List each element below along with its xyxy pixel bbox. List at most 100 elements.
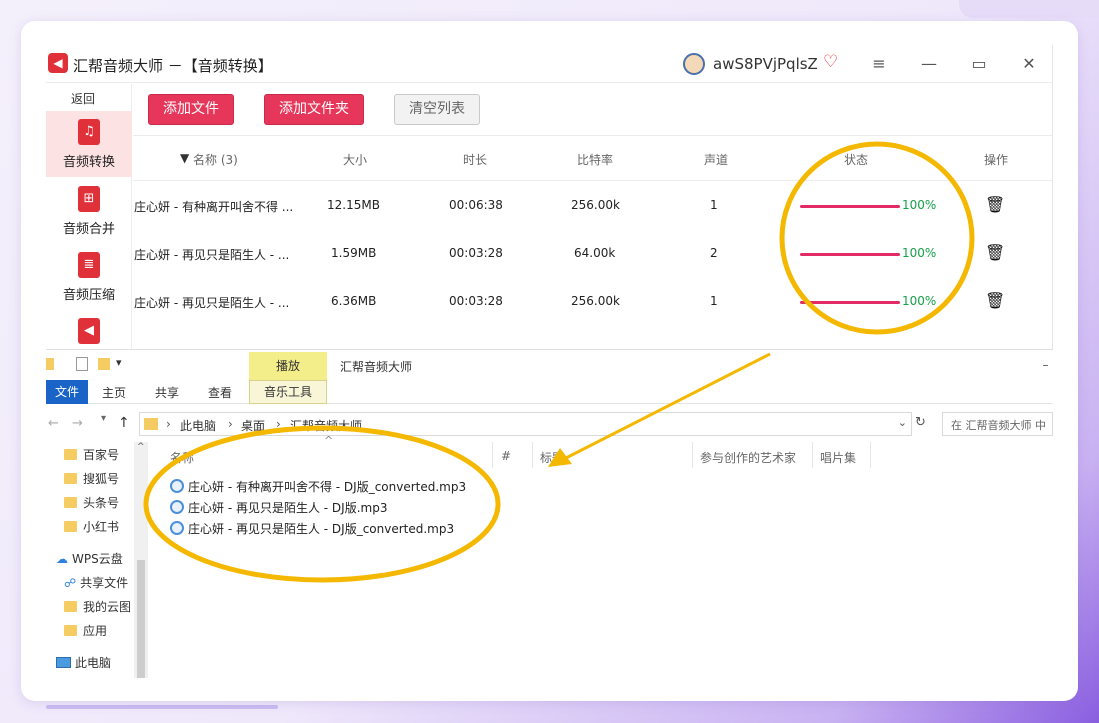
background-bar	[46, 705, 278, 709]
search-input[interactable]: 在 汇帮音频大师 中	[942, 412, 1053, 436]
chevron-down-icon[interactable]: ⌄	[898, 416, 907, 429]
sidebar-item-audio-convert[interactable]: ♫ 音频转换	[46, 111, 132, 177]
nav-item-this-pc[interactable]: 此电脑	[56, 654, 111, 671]
file-size: 1.59MB	[331, 246, 377, 260]
clear-list-button[interactable]: 清空列表	[394, 94, 480, 125]
nav-item-my-cloud-images[interactable]: 我的云图	[64, 598, 131, 615]
tab-share[interactable]: 共享	[155, 384, 179, 401]
sort-arrow-icon[interactable]: ▼	[180, 151, 189, 165]
tab-play[interactable]: 播放	[249, 352, 327, 380]
column-separator[interactable]	[692, 442, 693, 468]
explorer-title: 汇帮音频大师	[340, 360, 413, 374]
close-icon[interactable]: ✕	[1014, 51, 1044, 77]
table-row[interactable]: 庄心妍 - 有种离开叫舍不得 ... 12.15MB 00:06:38 256.…	[133, 182, 1053, 230]
col-number[interactable]: #	[501, 449, 511, 463]
col-duration[interactable]: 时长	[463, 151, 487, 168]
nav-item-shared-files[interactable]: ☍ 共享文件	[64, 574, 128, 591]
address-bar[interactable]: › 此电脑 › 桌面 › 汇帮音频大师 ⌄	[139, 412, 912, 436]
audio-more-icon: ◀	[78, 318, 100, 344]
col-channels[interactable]: 声道	[704, 151, 728, 168]
folder-icon	[64, 473, 77, 484]
breadcrumb-folder[interactable]: 汇帮音频大师	[290, 417, 362, 434]
nav-item-toutiao[interactable]: 头条号	[64, 494, 119, 511]
list-item[interactable]: 庄心妍 - 再见只是陌生人 - DJ版_converted.mp3	[170, 520, 454, 537]
properties-icon[interactable]	[76, 357, 88, 371]
nav-item-apps[interactable]: 应用	[64, 622, 107, 639]
column-separator[interactable]	[492, 442, 493, 468]
list-item[interactable]: 庄心妍 - 有种离开叫舍不得 - DJ版_converted.mp3	[170, 478, 466, 495]
vip-diamond-icon[interactable]: ♡	[823, 52, 838, 72]
breadcrumb-this-pc[interactable]: 此电脑	[180, 417, 216, 434]
app-title: 汇帮音频大师 －【音频转换】	[73, 55, 273, 76]
progress-bar	[800, 253, 900, 256]
back-link[interactable]: 返回	[46, 90, 120, 107]
menu-icon[interactable]: ≡	[864, 51, 894, 77]
folder-icon	[144, 418, 158, 430]
column-separator[interactable]	[812, 442, 813, 468]
delete-icon[interactable]: 🗑	[985, 291, 1005, 310]
chevron-down-icon[interactable]: ▾	[116, 356, 122, 369]
sidebar-item-label: 音频合并	[62, 222, 115, 237]
back-arrow-icon[interactable]: ←	[48, 416, 59, 431]
speaker-icon: ◀	[48, 53, 68, 73]
col-size[interactable]: 大小	[343, 151, 367, 168]
sidebar-item-audio-merge[interactable]: ⊞ 音频合并	[46, 178, 132, 244]
sidebar-item-more[interactable]: ◀	[46, 310, 132, 350]
nav-item-label: 搜狐号	[83, 472, 120, 486]
folder-icon	[46, 358, 54, 370]
scroll-up-icon[interactable]: ^	[137, 442, 145, 452]
nav-item-xiaohongshu[interactable]: 小红书	[64, 518, 119, 535]
breadcrumb-desktop[interactable]: 桌面	[241, 417, 265, 434]
add-file-button[interactable]: 添加文件	[148, 94, 234, 125]
audio-merge-icon: ⊞	[78, 186, 100, 212]
delete-icon[interactable]: 🗑	[985, 195, 1005, 214]
audio-file-icon	[170, 500, 184, 514]
maximize-icon[interactable]: ▭	[964, 51, 994, 77]
app-window: ◀ 汇帮音频大师 －【音频转换】 awS8PVjPqlsZ ♡ ≡ — ▭ ✕ …	[46, 45, 1053, 349]
folder-icon	[64, 521, 77, 532]
col-contributing-artists[interactable]: 参与创作的艺术家	[700, 449, 796, 466]
sort-ascending-icon: ^	[324, 434, 334, 447]
nav-scrollbar[interactable]: ^	[134, 442, 148, 678]
col-bitrate[interactable]: 比特率	[577, 151, 613, 168]
col-album[interactable]: 唱片集	[820, 449, 856, 466]
file-name: 庄心妍 - 有种离开叫舍不得 ...	[134, 200, 294, 214]
tab-music-tools[interactable]: 音乐工具	[249, 380, 327, 404]
up-arrow-icon[interactable]: ↑	[118, 415, 130, 431]
sidebar-item-label: 音频转换	[62, 155, 115, 170]
table-header: ▼ 名称 (3) 大小 时长 比特率 声道 状态 操作	[133, 135, 1053, 181]
nav-item-wps-cloud[interactable]: ☁ WPS云盘	[56, 550, 123, 567]
folder-icon	[64, 625, 77, 636]
list-item[interactable]: 庄心妍 - 再见只是陌生人 - DJ版.mp3	[170, 499, 387, 516]
new-folder-icon[interactable]	[98, 358, 110, 370]
minimize-icon[interactable]: –	[1038, 350, 1053, 380]
folder-icon	[64, 449, 77, 460]
tab-home[interactable]: 主页	[102, 384, 126, 401]
nav-item-sohu[interactable]: 搜狐号	[64, 470, 119, 487]
tab-view[interactable]: 查看	[208, 384, 232, 401]
refresh-icon[interactable]: ↻	[915, 415, 926, 430]
table-row[interactable]: 庄心妍 - 再见只是陌生人 - ... 6.36MB 00:03:28 256.…	[133, 278, 1053, 326]
forward-arrow-icon[interactable]: →	[72, 416, 83, 431]
table-row[interactable]: 庄心妍 - 再见只是陌生人 - ... 1.59MB 00:03:28 64.0…	[133, 230, 1053, 278]
column-separator[interactable]	[870, 442, 871, 468]
col-name[interactable]: 名称 (3)	[193, 151, 238, 168]
nav-item-baijiahao[interactable]: 百家号	[64, 446, 119, 463]
avatar[interactable]	[683, 53, 705, 75]
progress-text: 100%	[902, 294, 937, 308]
add-folder-button[interactable]: 添加文件夹	[264, 94, 364, 125]
scroll-thumb[interactable]	[137, 560, 145, 678]
tab-file[interactable]: 文件	[46, 380, 88, 404]
sidebar-item-audio-compress[interactable]: ≣ 音频压缩	[46, 244, 132, 310]
col-name[interactable]: 名称	[170, 449, 194, 466]
delete-icon[interactable]: 🗑	[985, 243, 1005, 262]
user-name[interactable]: awS8PVjPqlsZ	[713, 55, 818, 73]
column-separator[interactable]	[532, 442, 533, 468]
recent-locations-icon[interactable]: ▾	[101, 413, 106, 424]
col-title[interactable]: 标题	[540, 449, 564, 466]
col-action: 操作	[984, 153, 1009, 167]
nav-item-label: WPS云盘	[72, 552, 123, 566]
minimize-icon[interactable]: —	[914, 51, 944, 77]
ribbon-tabs: 文件 主页 共享 查看 音乐工具	[46, 380, 1053, 404]
nav-item-label: 百家号	[83, 448, 120, 462]
